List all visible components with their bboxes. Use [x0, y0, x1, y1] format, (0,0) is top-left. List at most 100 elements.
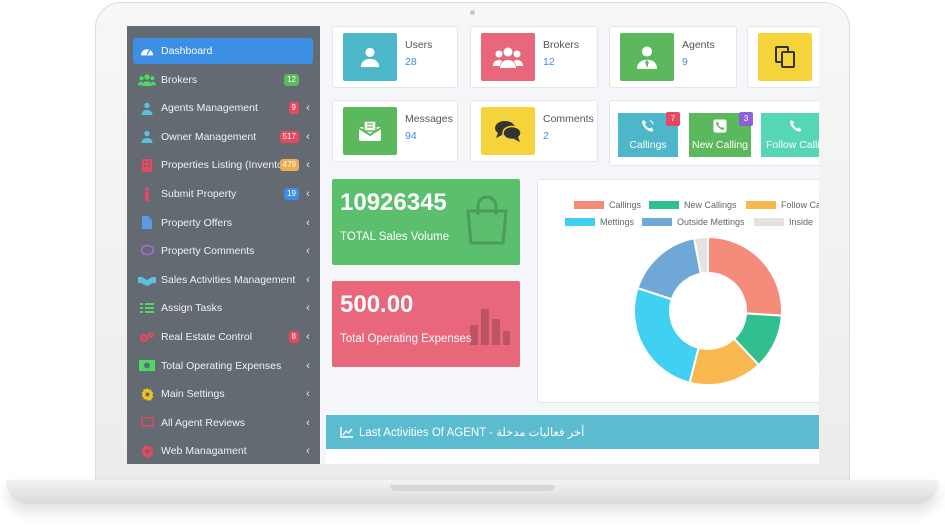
shopping-bag-icon	[464, 195, 510, 250]
sidebar-item-label: Owner Management	[161, 130, 257, 143]
gear-icon	[133, 444, 161, 458]
sidebar-item-properties-listing-inventory[interactable]: Properties Listing (Inventory)479 ‹	[133, 152, 313, 178]
sidebar-item-submit-property[interactable]: Submit Property 19 ‹	[133, 181, 313, 207]
info-box-brokers[interactable]: Brokers 12	[470, 26, 598, 88]
sidebar-item-property-comments[interactable]: Property Comments ‹	[133, 238, 313, 264]
handshake-icon	[133, 274, 161, 286]
sidebar-item-label: Dashboard	[161, 45, 213, 57]
sidebar-item-dashboard[interactable]: Dashboard	[133, 38, 313, 64]
sidebar-item-assign-tasks[interactable]: Assign Tasks ‹	[133, 295, 313, 321]
agent-icon	[133, 102, 161, 115]
laptop-base	[6, 480, 939, 504]
sidebar: Dashboard Brokers 12 Agents Management 9 ‹ Own…	[127, 26, 320, 464]
sidebar-badge: 517	[279, 130, 299, 143]
sales-volume-label: TOTAL Sales Volume	[340, 231, 450, 243]
donut-slice[interactable]	[707, 235, 783, 317]
chevron-left-icon: ‹	[306, 302, 310, 315]
info-box-comments[interactable]: Comments 2	[470, 100, 598, 162]
callings-button[interactable]: Callings 7	[618, 112, 680, 157]
money-icon	[133, 360, 161, 372]
operating-expenses-value: 500.00	[340, 291, 414, 318]
chevron-left-icon: ‹	[306, 130, 310, 143]
info-box-label: Brokers	[543, 39, 580, 51]
chevron-left-icon: ‹	[306, 445, 310, 458]
sales-volume-card[interactable]: 10926345 TOTAL Sales Volume	[332, 179, 520, 265]
sidebar-item-agents-management[interactable]: Agents Management 9 ‹	[133, 95, 313, 121]
follow-calling-button[interactable]: Follow Calling	[761, 113, 819, 157]
sidebar-item-label: Properties Listing (Inventory)	[161, 159, 280, 172]
calls-panel: Callings 7 New Calling 3 Follow Calling	[609, 100, 819, 166]
donut-slice[interactable]	[633, 286, 700, 384]
info-box-c[interactable]: C 5	[747, 26, 819, 88]
building-icon	[133, 158, 161, 172]
document-icon	[133, 216, 161, 230]
sidebar-item-all-agent-reviews[interactable]: All Agent Reviews ‹	[133, 410, 313, 436]
chevron-left-icon: ‹	[306, 102, 310, 115]
phone-volume-icon	[641, 119, 655, 136]
bar-chart-icon	[470, 303, 510, 350]
info-box-label: Comments	[543, 113, 594, 125]
chart-line-icon	[340, 426, 353, 438]
users-icon	[133, 73, 161, 86]
sidebar-item-label: Total Operating Expenses	[161, 359, 282, 372]
donut-slice[interactable]	[636, 237, 703, 301]
info-box-agents[interactable]: Agents 9	[609, 26, 737, 88]
call-badge: 3	[739, 112, 753, 126]
sidebar-badge: 19	[284, 188, 299, 200]
sidebar-item-label: Submit Property	[161, 188, 237, 200]
phone-square-icon	[713, 119, 727, 136]
sidebar-item-label: Assign Tasks	[161, 302, 223, 315]
laptop-frame: Dashboard Brokers 12 Agents Management 9 ‹ Own…	[0, 0, 945, 530]
sidebar-item-property-offers[interactable]: Property Offers ‹	[133, 210, 313, 236]
chevron-left-icon: ‹	[306, 273, 310, 286]
call-label: Follow Calling	[766, 139, 819, 151]
review-icon	[133, 416, 161, 429]
last-activities-header[interactable]: Last Activities Of AGENT - أخر فعاليات م…	[326, 415, 819, 449]
info-box-label: Agents	[682, 39, 715, 51]
sidebar-item-label: Property Comments	[161, 245, 255, 258]
call-badge: 7	[666, 112, 680, 126]
sidebar-item-label: Property Offers	[161, 216, 232, 229]
call-label: New Calling	[691, 139, 749, 151]
comment-icon	[133, 245, 161, 257]
info-icon	[133, 187, 161, 201]
sidebar-item-label: Agents Management	[161, 102, 258, 115]
sidebar-badge: 12	[284, 73, 299, 86]
agent-icon	[620, 33, 674, 81]
dashboard-icon	[133, 45, 161, 57]
sidebar-badge: 9	[288, 102, 299, 115]
info-box-messages[interactable]: Messages 94	[332, 100, 458, 162]
info-box-value: 12	[543, 56, 555, 68]
sidebar-item-real-estate-control[interactable]: Real Estate Control 8 ‹	[133, 324, 313, 350]
sidebar-item-label: Main Settings	[161, 388, 225, 401]
sidebar-item-main-settings[interactable]: Main Settings ‹	[133, 381, 313, 407]
sidebar-badge: 8	[288, 331, 299, 343]
info-box-value: 94	[405, 130, 417, 142]
new-calling-button[interactable]: New Calling 3	[689, 112, 753, 157]
sidebar-item-label: Brokers	[161, 73, 198, 86]
chevron-left-icon: ‹	[306, 388, 310, 401]
sidebar-item-owner-management[interactable]: Owner Management 517 ‹	[133, 124, 313, 150]
activity-chart: Callings New Callings Follow Ca Mettings Out…	[537, 179, 819, 403]
info-box-label: Messages	[405, 113, 453, 125]
chevron-left-icon: ‹	[306, 331, 310, 343]
sidebar-item-brokers[interactable]: Brokers 12	[133, 67, 313, 93]
sidebar-item-sales-activities-management[interactable]: Sales Activities Management ‹	[133, 267, 313, 293]
sidebar-item-label: Sales Activities Management	[161, 273, 296, 286]
cogs-icon	[133, 331, 161, 344]
chevron-left-icon: ‹	[306, 159, 310, 172]
owner-icon	[133, 130, 161, 144]
users-icon	[481, 33, 535, 81]
sidebar-item-web-managament[interactable]: Web Managament ‹	[133, 438, 313, 464]
info-box-users[interactable]: Users 28	[332, 26, 458, 88]
operating-expenses-card[interactable]: 500.00 Total Operating Expenses	[332, 281, 520, 367]
chevron-left-icon: ‹	[306, 245, 310, 258]
sidebar-item-label: Web Managament	[161, 445, 247, 458]
tasks-icon	[133, 302, 161, 314]
sidebar-item-total-operating-expenses[interactable]: Total Operating Expenses ‹	[133, 353, 313, 379]
chevron-left-icon: ‹	[306, 416, 310, 429]
copy-icon	[758, 33, 812, 81]
phone-icon	[789, 119, 803, 136]
chevron-left-icon: ‹	[306, 216, 310, 229]
envelope-icon	[343, 107, 397, 155]
